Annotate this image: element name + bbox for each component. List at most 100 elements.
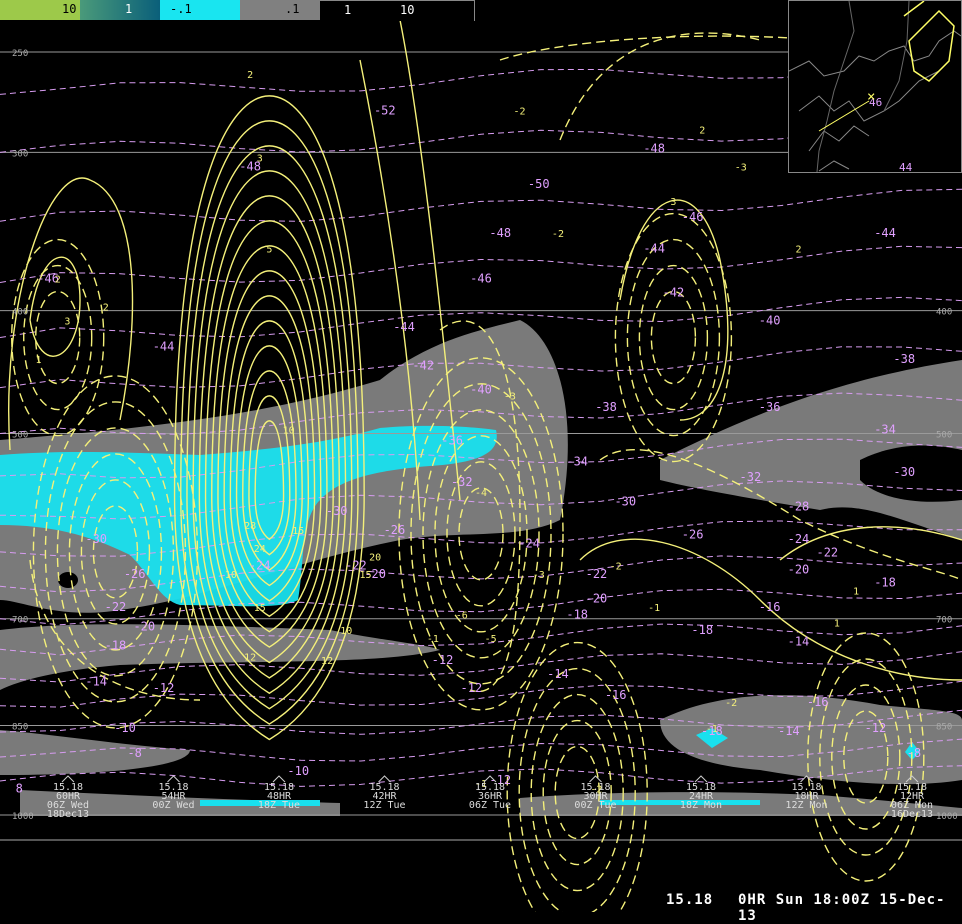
vertical-motion-label: -1 [706,724,718,735]
time-axis-label: 00Z Wed [152,800,194,811]
temperature-label: -20 [133,619,155,633]
temperature-label: -30 [326,504,348,518]
vertical-motion-label: -6 [456,611,468,622]
temperature-label: -36 [759,400,781,414]
vertical-motion-label: 28 [244,521,256,532]
temperature-label: -10 [287,764,309,778]
legend-label: 1 [344,3,352,17]
temperature-label: -24 [518,536,540,550]
temperature-label: -18 [691,623,713,637]
time-axis-label: 16Dec13 [891,809,933,820]
pressure-label-left: 300 [12,149,28,159]
temperature-label: -12 [461,681,483,695]
temperature-label: -24 [788,532,810,546]
temperature-label: -34 [566,455,588,469]
vertical-motion-label: -2 [513,106,525,117]
rh-shade-hole [58,572,78,588]
time-axis-label: 18Z Tue [258,800,300,811]
time-axis-label: 18Dec13 [47,809,89,820]
temperature-label: -52 [374,103,396,117]
vertical-motion-label: -2 [552,229,564,240]
temperature-label: -40 [759,313,781,327]
time-axis-label: 12Z Mon [785,800,827,811]
temperature-label: -44 [643,242,665,256]
vertical-motion-label: 10 [283,426,295,437]
temperature-label: -14 [547,667,569,681]
temperature-label: -14 [788,635,810,649]
legend-swatch-3: -.1 [160,0,240,20]
temperature-label: -16 [807,695,829,709]
temperature-label: -14 [778,724,800,738]
run-label: 15.18 [666,892,714,908]
vertical-motion-label: -3 [533,570,545,581]
temperature-label: -30 [893,465,915,479]
legend-label: 1 [125,2,133,16]
vertical-motion-label: -1 [427,634,439,645]
temperature-label: -46 [682,210,704,224]
svg-text:×: × [867,89,875,105]
temperature-label: -12 [432,653,454,667]
temperature-label: -16 [759,600,781,614]
vertical-motion-label: 15 [254,603,266,614]
vertical-motion-label: 20 [369,553,381,564]
temperature-label: -14 [85,674,107,688]
temperature-label: -42 [412,358,434,372]
temperature-label: -20 [586,592,608,606]
pressure-label-right: 700 [936,616,952,626]
color-legend: 10 1 -.1 .1 1 10 [0,0,475,21]
temperature-label: -48 [643,141,665,155]
temperature-label: -12 [865,721,887,735]
temperature-label: -50 [528,177,550,191]
vertical-motion-label: 2 [795,245,801,256]
temperature-label: -38 [893,352,915,366]
temperature-label: -30 [85,532,107,546]
temperature-label: -36 [441,433,463,447]
vertical-motion-label: 15 [360,570,372,581]
time-axis-label: 12Z Tue [363,800,405,811]
pressure-label-right: 1000 [936,812,958,822]
legend-label: 10 [400,3,415,17]
legend-label: .1 [285,2,300,16]
legend-swatch-4: .1 [240,0,320,20]
temperature-label: -16 [605,688,627,702]
pressure-label-left: 850 [12,723,28,733]
legend-swatch-1: 10 [0,0,80,20]
temperature-label: -44 [393,320,415,334]
vertical-motion-label: 12 [244,652,256,663]
vertical-motion-label: 2 [699,126,705,137]
temperature-label: -10 [114,721,136,735]
temperature-label: -32 [451,475,473,489]
temperature-label: -22 [105,600,127,614]
vertical-motion-label: 10 [225,570,237,581]
status-footer: 15.18 0HR Sun 18:00Z 15-Dec-13 [0,890,962,924]
temperature-label: 8 [16,782,23,796]
legend-swatch-5: 1 [320,0,400,21]
pressure-label-left: 1000 [12,812,34,822]
pressure-label-left: 500 [12,431,28,441]
temperature-label: -38 [595,400,617,414]
vertical-motion-label: 10 [340,626,352,637]
time-axis-label: 00Z Tue [574,800,616,811]
vertical-motion-label: 5 [266,245,272,256]
pressure-label-left: 700 [12,616,28,626]
pressure-label-right: 500 [936,431,952,441]
temperature-label: -12 [153,681,175,695]
vertical-motion-label: 3 [257,153,263,164]
inset-map-svg: 46 44 × [788,0,962,174]
vertical-motion-label: 3 [64,316,70,327]
vertical-motion-label: 24 [254,544,266,555]
temperature-label: -26 [682,527,704,541]
vertical-motion-label: -2 [725,698,737,709]
vertical-motion-label: -5 [485,634,497,645]
vertical-motion-label: 15 [292,526,304,537]
temperature-label: -46 [470,271,492,285]
legend-swatch-6: 10 [400,0,475,21]
vertical-motion-label: 1 [853,587,859,598]
temperature-label: -32 [740,470,762,484]
vertical-motion-label: 2 [55,274,61,285]
temperature-label: -22 [586,567,608,581]
pressure-label-left: 250 [12,49,28,59]
pressure-label-right: 850 [936,723,952,733]
legend-swatch-2: 1 [80,0,160,20]
temperature-label: -34 [874,423,896,437]
